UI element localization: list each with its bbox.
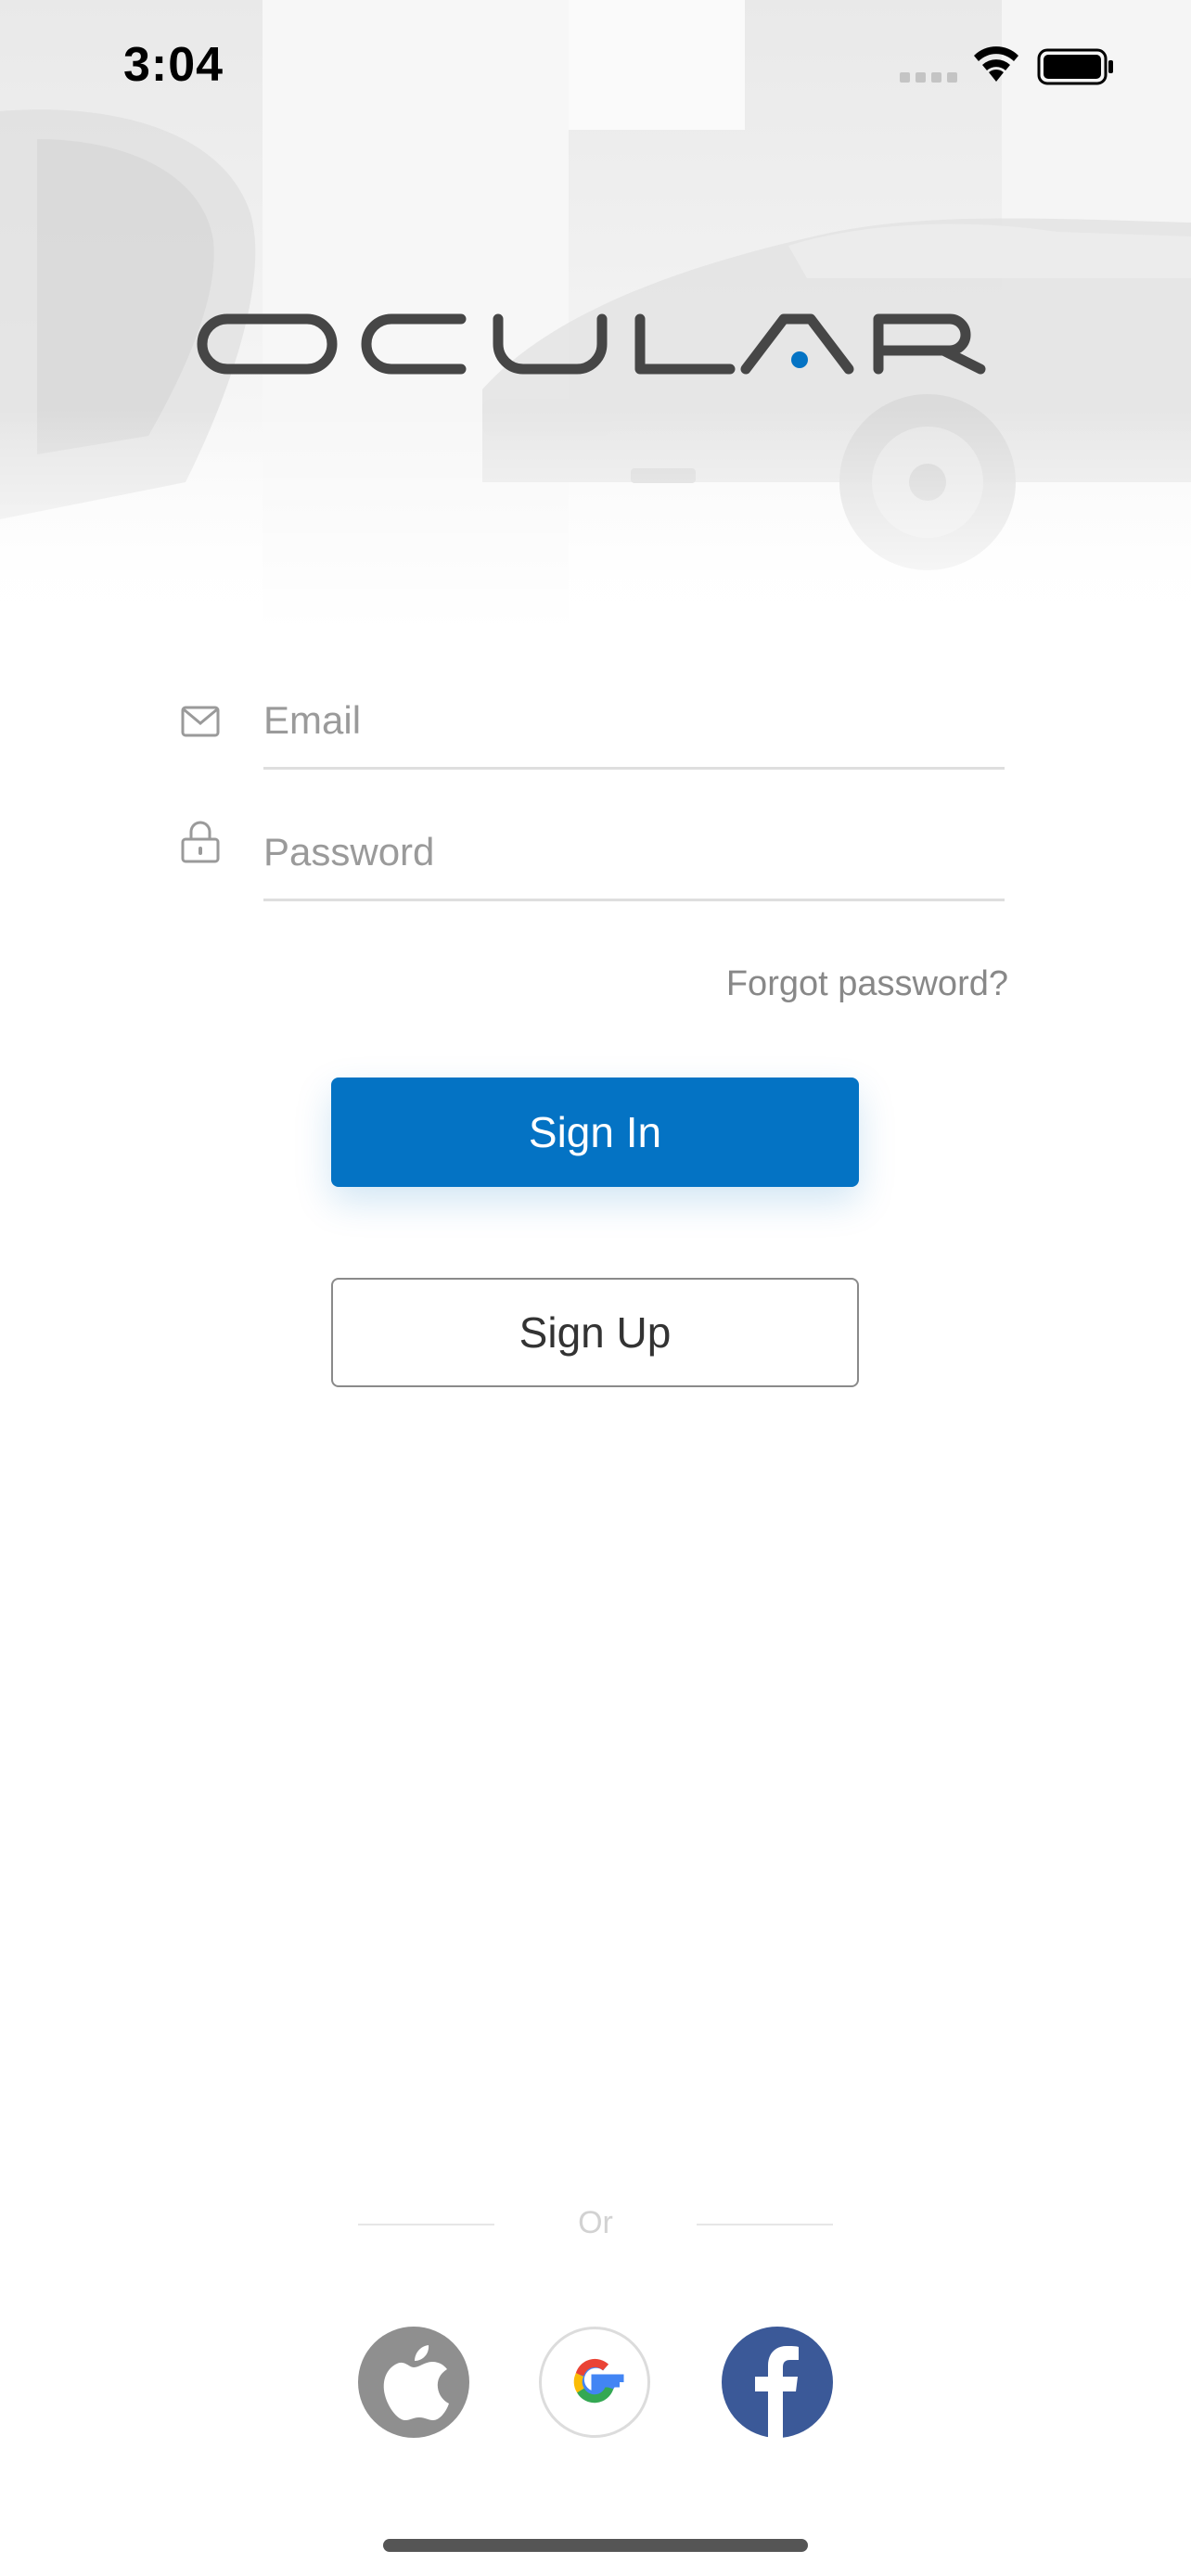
sign-up-label: Sign Up: [519, 1308, 672, 1357]
facebook-icon: [755, 2346, 799, 2438]
facebook-sign-in-button[interactable]: [722, 2327, 833, 2438]
sign-up-button[interactable]: Sign Up: [331, 1278, 859, 1387]
or-divider-label: Or: [578, 2205, 613, 2240]
google-icon: [573, 2358, 624, 2404]
password-underline: [263, 899, 1005, 901]
status-bar: 3:04: [0, 0, 1191, 130]
email-input[interactable]: [263, 683, 1005, 758]
apple-icon: [383, 2345, 449, 2420]
home-indicator[interactable]: [383, 2539, 808, 2552]
wifi-icon: [974, 46, 1018, 82]
password-input[interactable]: [263, 815, 1005, 889]
cellular-signal-icon: [900, 72, 957, 83]
forgot-password-link[interactable]: Forgot password?: [726, 964, 1008, 1004]
email-underline: [263, 767, 1005, 770]
lock-icon: [181, 821, 220, 863]
apple-sign-in-button[interactable]: [358, 2327, 469, 2438]
password-field-row: [181, 802, 1008, 904]
sign-in-label: Sign In: [528, 1108, 662, 1156]
divider-right: [697, 2224, 833, 2225]
status-time: 3:04: [123, 38, 224, 92]
envelope-icon: [181, 706, 220, 737]
sign-in-button[interactable]: Sign In: [331, 1078, 859, 1187]
battery-icon: [1037, 48, 1113, 85]
google-sign-in-button[interactable]: [539, 2327, 650, 2438]
ocular-logo: [197, 313, 986, 375]
email-field-row: [181, 670, 1008, 772]
